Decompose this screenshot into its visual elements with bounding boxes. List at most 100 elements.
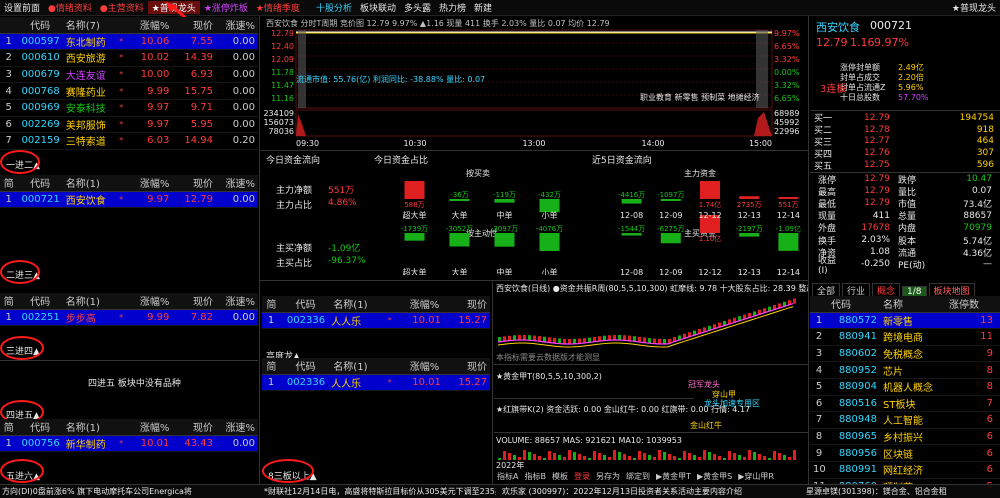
kline-tab[interactable]: 模板 <box>549 472 571 481</box>
tab-business[interactable]: ●主营资料 <box>96 1 148 14</box>
kline-tab[interactable]: ▶穿山甲R <box>735 472 777 481</box>
table-row[interactable]: 4 000768 赛隆药业 * 9.99 15.75 0.00 <box>0 83 258 100</box>
tab-limit-break[interactable]: ★涨停炸板 <box>200 1 252 14</box>
kline-tab[interactable]: 绑定到 <box>623 472 653 481</box>
indicator-volume[interactable]: VOLUME: 88657 MAS: 921621 MA10: 1039953 <box>496 436 682 445</box>
column-header[interactable]: 名称(1) <box>330 358 389 373</box>
leader-label[interactable]: ★普现龙头 <box>948 1 1000 14</box>
kline-tab[interactable]: ▶黄金甲S <box>694 472 735 481</box>
column-header[interactable]: 代码 <box>281 296 331 311</box>
bid-row[interactable]: 买三 12.77 464 <box>814 136 1000 148</box>
column-header[interactable]: 涨速% <box>216 419 258 434</box>
table-row[interactable]: 2 000610 西安旅游 * 10.02 14.39 0.00 <box>0 50 258 67</box>
table-row[interactable]: 1 000597 东北制药 * 10.06 7.55 0.00 <box>0 33 258 51</box>
column-header[interactable]: 现价 <box>442 296 490 311</box>
column-header[interactable]: 现价 <box>172 419 216 434</box>
sector-row[interactable]: 10 880991 网红经济 6 <box>810 462 1000 479</box>
column-header[interactable]: 简 <box>262 296 281 311</box>
column-header[interactable]: 代码 <box>281 358 331 373</box>
cell-code: 002336 <box>286 376 326 388</box>
cell-code: 880602 <box>838 348 877 360</box>
column-header[interactable]: 简 <box>0 175 17 190</box>
column-header[interactable]: 涨幅% <box>389 296 442 311</box>
sector-row[interactable]: 4 880952 芯片 8 <box>810 362 1000 379</box>
kline-tab[interactable]: 指标B <box>521 472 549 481</box>
candle <box>558 338 561 344</box>
sector-row[interactable]: 3 880602 免税概念 9 <box>810 346 1000 363</box>
column-header[interactable]: 名称(1) <box>330 296 389 311</box>
column-header[interactable]: 涨停数 <box>946 296 996 311</box>
bid-row[interactable]: 买二 12.78 918 <box>814 124 1000 137</box>
fund-category: 12-08 <box>620 268 643 275</box>
tab-bull[interactable]: 多头露 <box>400 1 435 14</box>
column-header[interactable]: 名称 <box>880 296 946 311</box>
sector-row[interactable]: 6 880516 ST板块 7 <box>810 396 1000 413</box>
tab-emotion[interactable]: ●情绪资料 <box>44 1 96 14</box>
table-row[interactable]: 1 002336 人人乐 * 10.01 15.27 <box>262 374 490 392</box>
table-two-to-three: 简代码 名称(1) 涨幅% 现价 涨速% 1 000721 西安饮食 * 9.97 12.79 0.0… <box>0 175 258 209</box>
candle <box>563 338 566 344</box>
column-header[interactable]: 涨速% <box>216 293 258 308</box>
column-header[interactable]: 简 <box>0 293 17 308</box>
fund-category: 中单 <box>497 267 513 275</box>
column-header[interactable]: 代码 <box>17 293 62 308</box>
table-row[interactable]: 3 000679 大连友谊 * 10.00 6.93 0.00 <box>0 67 258 84</box>
kline-tab[interactable]: 另存为 <box>593 472 623 481</box>
column-header[interactable]: 现价 <box>172 175 216 190</box>
kline-tab[interactable]: ▶黄金甲T <box>653 472 694 481</box>
tab-new[interactable]: 新建 <box>470 1 496 14</box>
column-header[interactable]: 涨幅% <box>124 419 173 434</box>
sector-row[interactable]: 8 880965 乡村振兴 6 <box>810 429 1000 446</box>
settings-menu[interactable]: 设置前面 <box>0 1 44 14</box>
column-header[interactable]: 涨速% <box>216 175 258 190</box>
kline-tab[interactable]: 指标A <box>494 472 521 481</box>
column-header[interactable]: 名称(1) <box>63 293 116 308</box>
bid-row[interactable]: 买四 12.76 307 <box>814 147 1000 160</box>
column-header[interactable]: 涨幅% <box>124 175 173 190</box>
bid-row[interactable]: 买五 12.75 596 <box>814 159 1000 172</box>
table-row[interactable]: 5 000969 安泰科技 * 9.97 9.71 0.00 <box>0 100 258 117</box>
intraday-chart[interactable]: 12.79 12.40 12.09 11.78 11.47 11.16 9.97% 6.65%… <box>262 26 806 150</box>
table-row[interactable]: 1 002336 人人乐 * 10.01 15.27 <box>262 312 490 330</box>
column-header[interactable]: 现价 <box>442 358 490 373</box>
tab-quarter[interactable]: ★情绪季度 <box>252 1 304 14</box>
column-header[interactable]: 代码 <box>17 175 62 190</box>
status-ticker[interactable]: 方向(DI)0盘前涨6% 旗下电动摩托车公司Energica将 <box>0 486 260 497</box>
sector-row[interactable]: 7 880948 人工智能 6 <box>810 412 1000 429</box>
tab-heat[interactable]: 热力榜 <box>435 1 470 14</box>
sector-row[interactable]: 1 880572 新零售 13 <box>810 312 1000 330</box>
tab-sector-link[interactable]: 板块联动 <box>356 1 400 14</box>
column-header[interactable]: 涨幅% <box>389 358 442 373</box>
indicator-golden[interactable]: ★黄金甲T(80,5,5,10,300,2) <box>496 371 602 382</box>
column-header[interactable]: 简 <box>0 419 17 434</box>
fund-category: 大单 <box>452 210 468 220</box>
table-row[interactable]: 1 000721 西安饮食 * 9.97 12.79 0.00 <box>0 191 258 209</box>
stock-name: 西安饮食 <box>816 21 860 34</box>
sector-row[interactable]: 5 880904 机器人概念 8 <box>810 379 1000 396</box>
table-row[interactable]: 6 002269 美邦服饰 * 9.97 5.95 0.00 <box>0 117 258 134</box>
sector-row[interactable]: 9 880956 区块链 6 <box>810 445 1000 462</box>
column-header[interactable]: 涨幅% <box>124 293 173 308</box>
tab-stock-analysis[interactable]: 十股分析 <box>312 1 356 14</box>
column-header[interactable]: 代码 <box>17 419 62 434</box>
bid-row[interactable]: 买一 12.79 194754 <box>814 112 1000 125</box>
star-icon: * <box>119 136 124 146</box>
status-news-2[interactable]: 星源卓镁(301398)：镁合金、铝合金租 <box>800 486 1000 497</box>
table-row[interactable]: 1 000756 新华制药 * 10.01 43.43 0.00 <box>0 435 258 453</box>
status-news-1[interactable]: 欢乐家 (300997)：2022年12月13日投资者关系活动主要内容介绍 <box>496 486 800 497</box>
column-header[interactable]: 名称(1) <box>63 419 116 434</box>
column-header[interactable]: 名称(1) <box>63 175 116 190</box>
sector-row[interactable]: 2 880941 跨境电商 11 <box>810 329 1000 346</box>
volume-bar <box>538 456 541 460</box>
indicator-redflag[interactable]: ★红旗带K(2) 资金活跃: 0.00 金山红牛: 0.00 红旗带: 0.00… <box>496 404 808 415</box>
marker-redbull: 金山红牛 <box>690 421 722 430</box>
column-header[interactable]: 简 <box>262 358 281 373</box>
volume-bar <box>548 451 551 460</box>
status-news-main[interactable]: *财联社12月14日电，高盛将特斯拉目标价从305美元下调至235美元。 <box>260 486 496 497</box>
column-header[interactable]: 现价 <box>172 293 216 308</box>
table-row[interactable]: 1 002251 步步高 * 9.99 7.82 0.00 <box>0 309 258 327</box>
table-row[interactable]: 7 002159 三特索道 * 6.03 14.94 0.20 <box>0 133 258 150</box>
volume-bar <box>678 458 681 460</box>
kline-tab[interactable]: 登录 <box>571 472 593 481</box>
column-header[interactable]: 代码 <box>828 296 880 311</box>
